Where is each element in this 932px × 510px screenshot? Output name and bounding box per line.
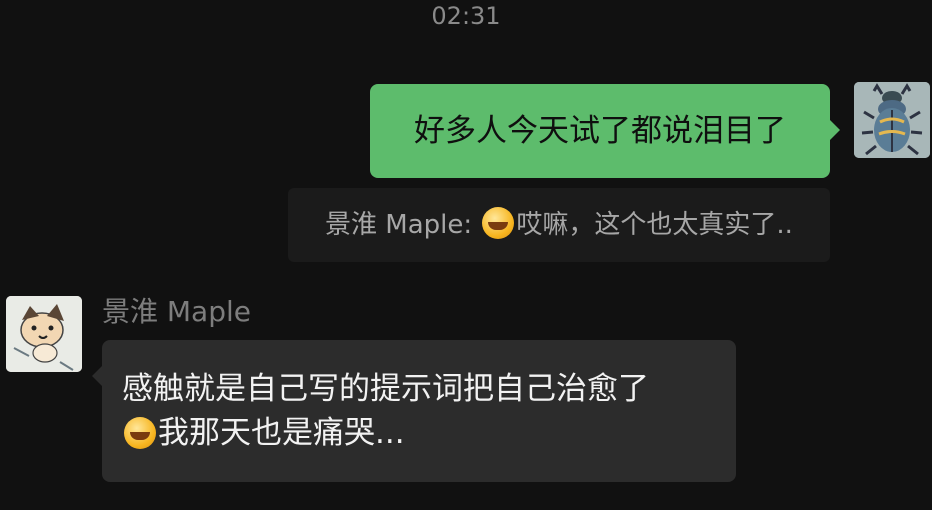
incoming-bubble-tail xyxy=(92,366,102,386)
incoming-message-line-1: 感触就是自己写的提示词把自己治愈了 xyxy=(122,371,649,407)
message-timestamp: 02:31 xyxy=(431,2,501,30)
incoming-message-bubble[interactable]: 感触就是自己写的提示词把自己治愈了 我那天也是痛哭... xyxy=(102,340,736,482)
incoming-message-line-2-container: 我那天也是痛哭... xyxy=(122,411,718,455)
incoming-sender-name: 景淮 Maple xyxy=(102,295,251,328)
cartoon-dog-icon[interactable] xyxy=(6,296,82,372)
quoted-text: 哎嘛，这个也太真实了.. xyxy=(516,210,793,240)
crying-face-emoji xyxy=(482,207,515,239)
quoted-sender: 景淮 Maple: xyxy=(325,210,473,240)
outgoing-message-bubble[interactable]: 好多人今天试了都说泪目了 xyxy=(370,84,830,178)
quoted-message[interactable]: 景淮 Maple: 哎嘛，这个也太真实了.. xyxy=(288,188,830,262)
outgoing-message-text: 好多人今天试了都说泪目了 xyxy=(414,113,786,149)
incoming-message-line-2: 我那天也是痛哭... xyxy=(158,415,405,451)
crying-face-emoji xyxy=(124,417,156,449)
beetle-icon[interactable] xyxy=(854,82,930,158)
outgoing-bubble-tail xyxy=(830,120,840,140)
